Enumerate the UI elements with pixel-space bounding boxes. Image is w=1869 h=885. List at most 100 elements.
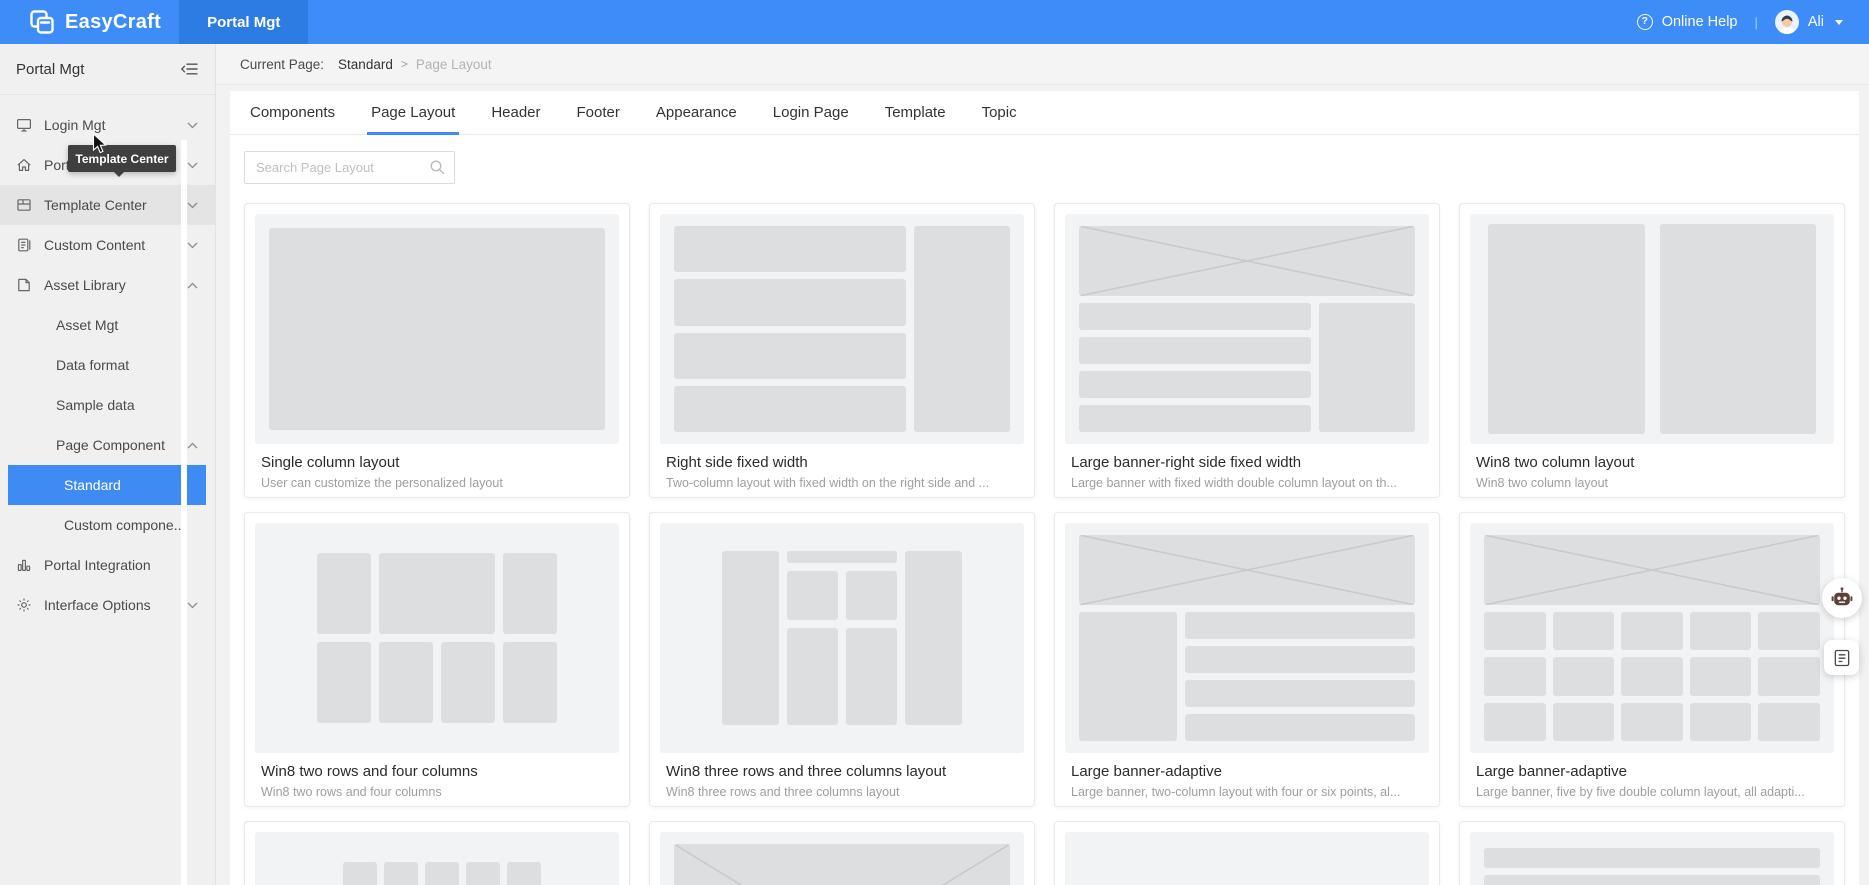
block (1758, 657, 1820, 695)
layout-card-win8-2x4[interactable]: Win8 two rows and four columns Win8 two … (244, 512, 630, 807)
layout-card-partial-2[interactable] (649, 821, 1035, 885)
layout-card-partial-1[interactable] (244, 821, 630, 885)
block (269, 228, 605, 430)
block (787, 571, 838, 620)
sidebar-scrollbar[interactable] (181, 140, 187, 885)
block (1553, 657, 1615, 695)
layout-card-banner-adaptive-left[interactable]: Large banner-adaptive Large banner, two-… (1054, 512, 1440, 807)
tab-topic[interactable]: Topic (982, 91, 1017, 135)
block (1690, 703, 1752, 741)
layout-card-partial-4[interactable] (1459, 821, 1845, 885)
layout-card-banner-right-fixed[interactable]: Large banner-right side fixed width Larg… (1054, 203, 1440, 498)
layout-card-single-column[interactable]: Single column layout User can customize … (244, 203, 630, 498)
search-input[interactable] (244, 151, 455, 184)
block (1185, 612, 1415, 639)
brand-name: EasyCraft (65, 11, 161, 34)
block (1758, 703, 1820, 741)
card-title: Win8 two rows and four columns (261, 763, 613, 780)
tab-template[interactable]: Template (885, 91, 946, 135)
sidebar-item-label: Asset Mgt (56, 317, 118, 333)
assistant-button[interactable] (1822, 578, 1862, 618)
banner-block (1079, 535, 1415, 605)
sidebar-item-label: Sample data (56, 397, 135, 413)
sidebar-item-login-mgt[interactable]: Login Mgt (0, 105, 215, 145)
layout-thumbnail (660, 523, 1024, 753)
tab-bar: Components Page Layout Header Footer App… (230, 91, 1859, 135)
layout-thumbnail (1470, 832, 1834, 885)
block (846, 571, 897, 620)
block (674, 279, 906, 325)
help-icon: ? (1637, 14, 1653, 30)
online-help-link[interactable]: Online Help (1662, 14, 1738, 30)
chevron-down-icon (187, 162, 198, 169)
sidebar-item-label: Login Mgt (44, 117, 105, 133)
feedback-button[interactable] (1824, 640, 1859, 675)
banner-block (1079, 226, 1415, 296)
block (1484, 612, 1546, 650)
collapse-sidebar-icon[interactable] (180, 61, 199, 77)
nav-tab-portal-mgt[interactable]: Portal Mgt (179, 0, 308, 44)
nav-separator: | (1754, 15, 1757, 30)
block (425, 862, 459, 885)
banner-block (1484, 535, 1820, 605)
card-title: Win8 two column layout (1476, 454, 1828, 471)
layout-thumbnail (1065, 832, 1429, 885)
tab-header[interactable]: Header (491, 91, 540, 135)
block (1079, 337, 1311, 364)
avatar[interactable] (1775, 10, 1799, 34)
layout-card-win8-3x3[interactable]: Win8 three rows and three columns layout… (649, 512, 1035, 807)
block (1488, 224, 1645, 434)
card-description: Two-column layout with fixed width on th… (666, 476, 1018, 490)
block (1185, 714, 1415, 741)
sidebar-header: Portal Mgt (0, 44, 215, 95)
sidebar-item-standard[interactable]: Standard (8, 465, 206, 505)
sidebar-item-label: Data format (56, 357, 129, 373)
block (379, 553, 495, 634)
breadcrumb-root[interactable]: Standard (338, 57, 393, 72)
block (1690, 612, 1752, 650)
block (674, 333, 906, 379)
tab-components[interactable]: Components (250, 91, 335, 135)
app-window: EasyCraft Portal Mgt ? Online Help | Ali… (0, 0, 1869, 885)
navbar-right: ? Online Help | Ali (1637, 10, 1869, 34)
block (1484, 657, 1546, 695)
breadcrumb-separator: > (401, 57, 408, 71)
main-area: Components Page Layout Header Footer App… (216, 85, 1869, 885)
block (317, 553, 371, 634)
block (1484, 875, 1820, 885)
block (507, 862, 541, 885)
block (503, 642, 557, 723)
layout-card-partial-3[interactable] (1054, 821, 1440, 885)
tab-login-page[interactable]: Login Page (773, 91, 849, 135)
document-icon (16, 237, 32, 253)
layout-thumbnail (255, 523, 619, 753)
file-icon (16, 277, 32, 293)
card-description: Large banner, two-column layout with fou… (1071, 785, 1423, 799)
layout-thumbnail (1065, 523, 1429, 753)
tooltip-arrow (113, 171, 125, 177)
block (787, 628, 838, 725)
form-icon (1832, 648, 1852, 668)
username[interactable]: Ali (1808, 14, 1824, 30)
sidebar-item-label: Page Component (56, 437, 165, 453)
layout-card-right-fixed[interactable]: Right side fixed width Two-column layout… (649, 203, 1035, 498)
layout-thumbnail (1065, 214, 1429, 444)
layout-thumbnail (660, 214, 1024, 444)
user-caret-icon[interactable] (1835, 20, 1843, 25)
sidebar-item-label: Template Center (44, 197, 147, 213)
layout-card-two-column[interactable]: Win8 two column layout Win8 two column l… (1459, 203, 1845, 498)
chevron-down-icon (187, 602, 198, 609)
tab-footer[interactable]: Footer (577, 91, 620, 135)
block (317, 642, 371, 723)
search-icon[interactable] (429, 159, 446, 176)
block (1553, 703, 1615, 741)
tab-appearance[interactable]: Appearance (656, 91, 737, 135)
breadcrumb: Current Page: Standard > Page Layout (216, 44, 1869, 85)
card-description: Large banner, five by five double column… (1476, 785, 1828, 799)
tab-page-layout[interactable]: Page Layout (371, 91, 455, 135)
layout-thumbnail (255, 214, 619, 444)
chevron-down-icon (187, 202, 198, 209)
layout-card-banner-adaptive-grid[interactable]: Large banner-adaptive Large banner, five… (1459, 512, 1845, 807)
chevron-down-icon (187, 242, 198, 249)
block (1185, 646, 1415, 673)
